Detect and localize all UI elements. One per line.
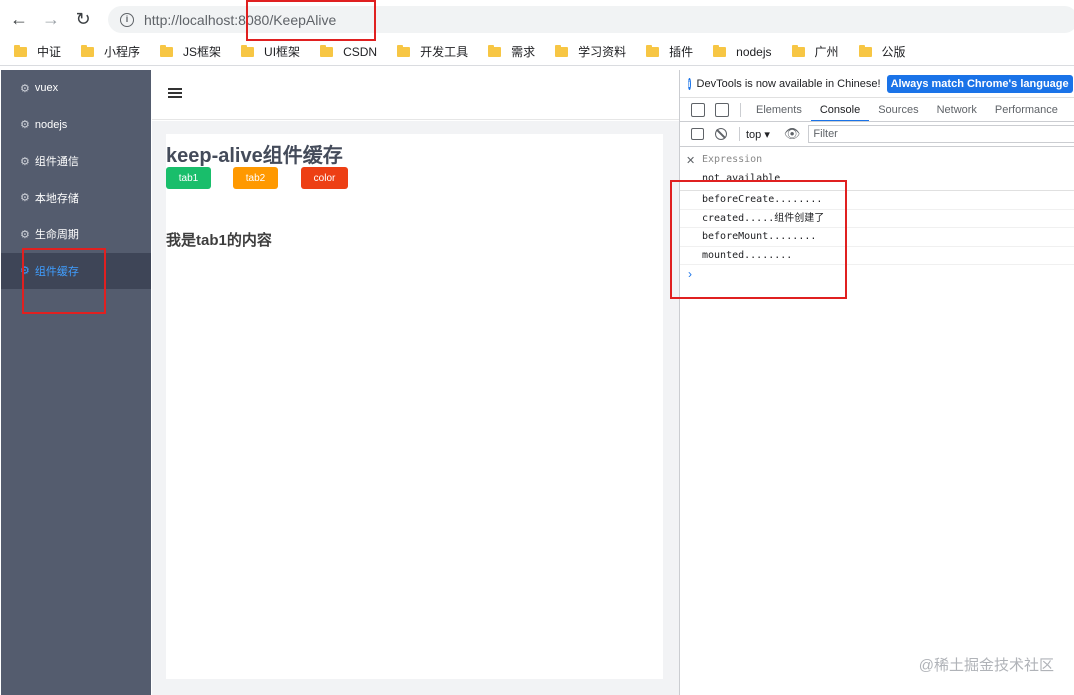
bookmark-folder[interactable]: 学习资料: [555, 43, 626, 60]
bookmark-label: 开发工具: [420, 45, 469, 59]
tab-content-text: 我是tab1的内容: [166, 232, 272, 249]
console-toolbar: top ▾ 👁 Filter: [680, 122, 1074, 147]
back-icon[interactable]: ←: [6, 6, 32, 32]
bookmark-folder[interactable]: UI框架: [241, 43, 300, 60]
bookmark-label: 插件: [669, 45, 694, 59]
bookmark-folder[interactable]: 公版: [858, 43, 906, 60]
bookmark-label: nodejs: [736, 44, 772, 59]
watermark: @稀土掘金技术社区: [918, 657, 1054, 674]
bookmark-label: 小程序: [104, 45, 141, 59]
sidebar-toggle-icon[interactable]: [691, 128, 704, 140]
folder-icon: [320, 44, 334, 57]
tab-sources[interactable]: Sources: [869, 98, 927, 121]
folder-icon: [713, 44, 727, 57]
bookmark-label: JS框架: [183, 45, 222, 59]
sidebar-item-nodejs[interactable]: ⚙ nodejs: [1, 107, 151, 144]
console-filter-input[interactable]: Filter: [808, 125, 1074, 143]
tab1-button[interactable]: tab1: [166, 167, 211, 189]
browser-toolbar: ← → ↻ i http://localhost:8080/KeepAlive: [0, 0, 1074, 38]
divider: [739, 127, 740, 141]
bookmark-folder[interactable]: 广州: [791, 43, 839, 60]
folder-icon: [646, 44, 660, 57]
sidebar-item-component-communication[interactable]: ⚙ 组件通信: [1, 143, 151, 180]
bookmark-folder[interactable]: 插件: [646, 43, 693, 60]
gear-icon: ⚙: [20, 192, 30, 205]
sidebar-menu: ⚙ vuex ⚙ nodejs ⚙ 组件通信 ⚙ 本地存储 ⚙ 生命周期 ⚙ 组件缓存: [1, 70, 151, 695]
bookmark-folder[interactable]: 中证: [14, 43, 61, 60]
dropdown-arrow-icon: ▾: [764, 128, 770, 141]
sidebar-item-label: 组件通信: [34, 156, 79, 169]
live-expression-eye-icon[interactable]: 👁: [784, 126, 801, 142]
folder-icon: [241, 44, 255, 57]
bookmark-folder[interactable]: JS框架: [160, 43, 221, 60]
gear-icon: ⚙: [20, 155, 30, 168]
tab-network[interactable]: Network: [928, 98, 986, 121]
forward-icon[interactable]: →: [38, 6, 64, 32]
sidebar-item-vuex[interactable]: ⚙ vuex: [1, 70, 151, 107]
annotation-box-console: [670, 180, 847, 299]
reload-icon[interactable]: ↻: [70, 6, 96, 32]
app-header: [152, 70, 679, 120]
bookmark-label: 广州: [814, 45, 839, 59]
sidebar-item-label: vuex: [34, 82, 59, 95]
bookmark-label: 需求: [511, 45, 536, 59]
main-content: keep-alive组件缓存 tab1 tab2 color 我是tab1的内容: [152, 121, 679, 695]
folder-icon: [488, 44, 502, 57]
inspect-element-icon[interactable]: [691, 102, 705, 117]
folder-icon: [555, 44, 569, 57]
divider: [740, 102, 741, 117]
folder-icon: [397, 44, 411, 57]
bookmark-label: 学习资料: [578, 45, 627, 59]
color-button[interactable]: color: [301, 167, 348, 189]
devtools-language-infobar: i DevTools is now available in Chinese! …: [680, 70, 1074, 98]
close-icon[interactable]: ✕: [686, 154, 695, 167]
sidebar-item-label: 生命周期: [34, 229, 79, 242]
context-label: top: [746, 128, 762, 141]
bookmark-label: CSDN: [343, 44, 378, 59]
folder-icon: [858, 44, 872, 57]
devtools-tabbar: Elements Console Sources Network Perform…: [680, 98, 1074, 122]
bookmark-folder[interactable]: 开发工具: [397, 43, 468, 60]
tab-performance[interactable]: Performance: [986, 98, 1067, 121]
bookmark-label: 公版: [881, 45, 906, 59]
infobar-text: DevTools is now available in Chinese!: [696, 77, 881, 90]
bookmarks-bar: 中证 小程序 JS框架 UI框架 CSDN 开发工具 需求 学习资料 插件 no…: [0, 38, 1074, 66]
folder-icon: [791, 44, 805, 57]
annotation-box-sidebar: [22, 248, 106, 314]
gear-icon: ⚙: [20, 82, 30, 95]
bookmark-folder[interactable]: CSDN: [320, 44, 378, 59]
sidebar-item-label: nodejs: [34, 118, 68, 131]
folder-icon: [14, 44, 27, 57]
tab-elements[interactable]: Elements: [747, 98, 811, 121]
sidebar-item-label: 本地存储: [34, 192, 79, 205]
content-card: keep-alive组件缓存 tab1 tab2 color 我是tab1的内容: [166, 134, 663, 679]
context-selector[interactable]: top ▾: [746, 128, 770, 141]
expression-label[interactable]: Expression: [702, 154, 762, 165]
url-host: http://localhost: [144, 11, 235, 28]
sidebar-item-local-storage[interactable]: ⚙ 本地存储: [1, 180, 151, 217]
info-icon: i: [688, 77, 691, 90]
annotation-box-url: [246, 0, 376, 41]
menu-toggle-icon[interactable]: [168, 88, 182, 98]
clear-console-icon[interactable]: [715, 128, 727, 140]
device-toolbar-icon[interactable]: [715, 102, 729, 117]
page-title: keep-alive组件缓存: [166, 145, 343, 167]
bookmark-folder[interactable]: 需求: [488, 43, 535, 60]
folder-icon: [81, 44, 95, 57]
bookmark-label: UI框架: [264, 45, 301, 59]
site-info-icon[interactable]: i: [120, 12, 134, 27]
gear-icon: ⚙: [20, 119, 30, 132]
tab2-button[interactable]: tab2: [233, 167, 278, 189]
folder-icon: [160, 44, 174, 57]
gear-icon: ⚙: [20, 228, 30, 241]
match-language-button[interactable]: Always match Chrome's language: [886, 74, 1073, 93]
bookmark-folder[interactable]: nodejs: [713, 44, 772, 59]
devtools-panel: i DevTools is now available in Chinese! …: [679, 70, 1074, 695]
tab-console[interactable]: Console: [810, 98, 870, 121]
bookmark-label: 中证: [37, 45, 62, 59]
bookmark-folder[interactable]: 小程序: [81, 43, 140, 60]
